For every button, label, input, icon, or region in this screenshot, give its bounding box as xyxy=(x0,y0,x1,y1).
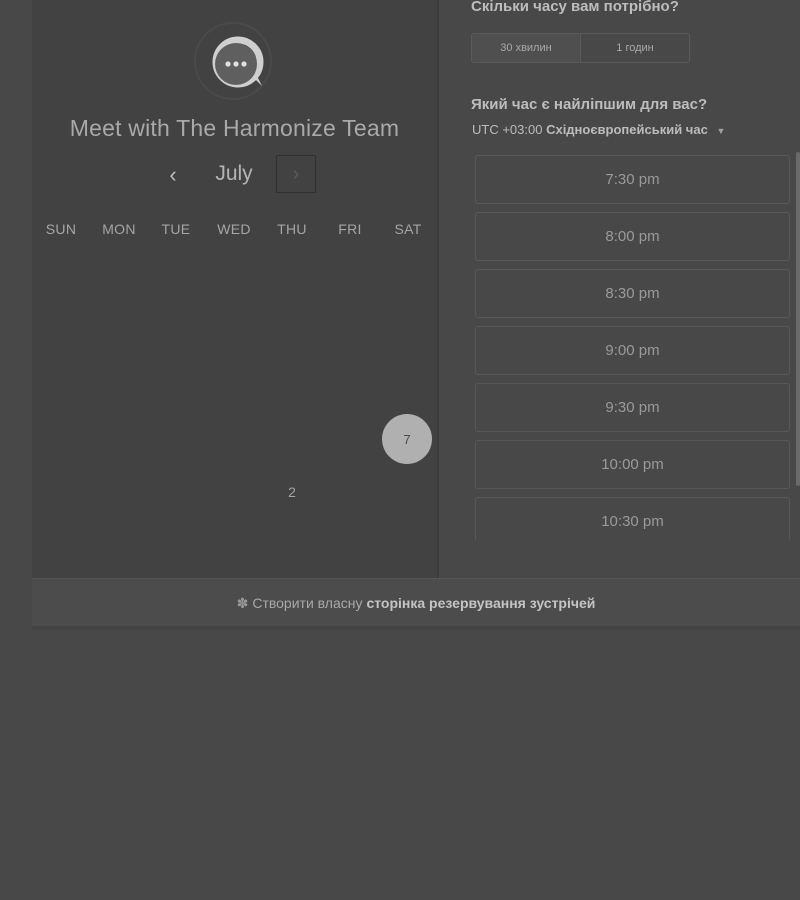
calendar-day[interactable]: 2 xyxy=(277,484,307,504)
footer-prefix-text: Створити власну xyxy=(252,595,363,611)
time-slots-scrollbar[interactable] xyxy=(796,152,800,486)
time-slot[interactable]: 10:30 pm xyxy=(475,497,790,546)
timezone-select[interactable]: UTC +03:00 Східноєвропейський час ▼ xyxy=(472,122,725,137)
create-booking-page-link[interactable]: сторінка резервування зустрічей xyxy=(366,595,595,611)
weekday-label: FRI xyxy=(338,221,362,237)
prev-month-button[interactable]: ‹ xyxy=(158,160,188,190)
hubspot-sprocket-icon: ✽ xyxy=(236,594,249,611)
timezone-offset: UTC +03:00 xyxy=(472,122,543,137)
weekday-header: SUN MON TUE WED THU FRI SAT xyxy=(32,221,437,237)
month-label: July xyxy=(215,162,253,185)
meeting-title: Meet with The Harmonize Team xyxy=(69,115,400,141)
time-slot[interactable]: 10:00 pm xyxy=(475,440,790,489)
timezone-name: Східноєвропейський час xyxy=(546,122,708,137)
time-heading: Який час є найліпшим для вас? xyxy=(471,96,708,113)
footer-bar: ✽ Створити власну сторінка резервування … xyxy=(32,578,800,627)
weekday-label: SAT xyxy=(394,221,422,237)
weekday-label: SUN xyxy=(45,221,77,237)
caret-down-icon: ▼ xyxy=(716,126,726,136)
chat-logo-icon xyxy=(194,22,272,100)
weekday-label: MON xyxy=(102,221,136,237)
weekday-label: WED xyxy=(217,221,251,237)
time-slot[interactable]: 9:30 pm xyxy=(475,383,790,432)
time-slot[interactable]: 8:00 pm xyxy=(475,212,790,261)
duration-heading: Скільки часу вам потрібно? xyxy=(471,0,679,15)
duration-option-30min[interactable]: 30 хвилин xyxy=(472,34,581,62)
duration-option-1hour[interactable]: 1 годин xyxy=(581,34,689,62)
time-slot[interactable]: 8:30 pm xyxy=(475,269,790,318)
footer-shadow xyxy=(32,626,800,630)
weekday-label: TUE xyxy=(161,221,191,237)
panel-divider xyxy=(437,0,439,578)
time-slot[interactable]: 7:30 pm xyxy=(475,155,790,204)
time-slot[interactable]: 9:00 pm xyxy=(475,326,790,375)
calendar-day-selected[interactable]: 7 xyxy=(382,414,432,464)
weekday-label: THU xyxy=(277,221,307,237)
slot-list-fade xyxy=(440,540,800,578)
duration-toggle: 30 хвилин 1 годин xyxy=(471,33,690,63)
next-month-button[interactable]: › xyxy=(276,155,316,193)
